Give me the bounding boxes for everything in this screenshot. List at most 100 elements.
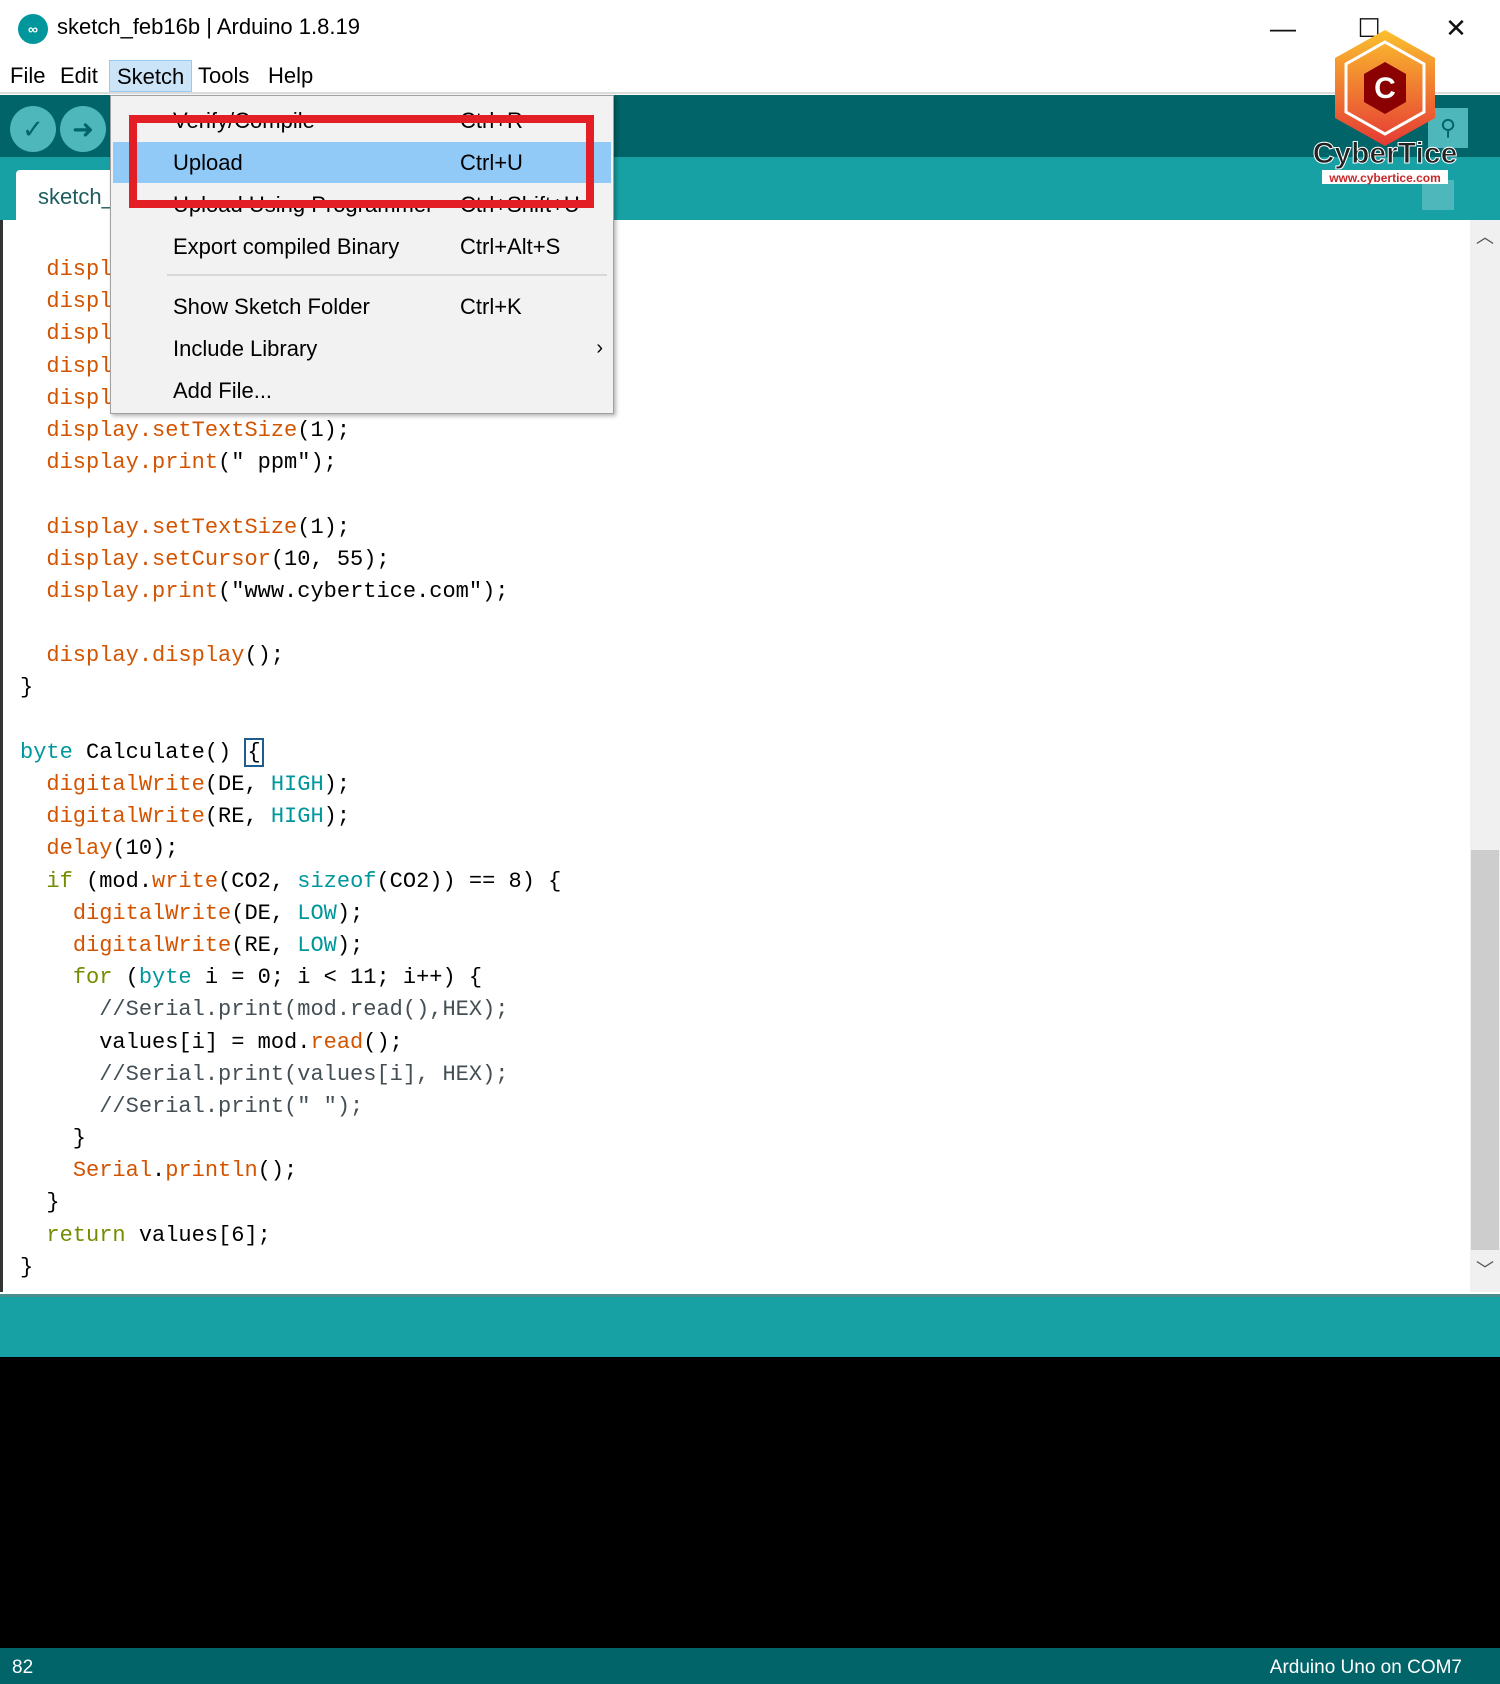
upload-button[interactable]: ➜: [60, 106, 106, 152]
code-token: i = 0; i < 11; i++) {: [191, 965, 483, 991]
code-token: displ: [46, 321, 113, 347]
code-token: read: [310, 1029, 364, 1055]
svg-text:C: C: [1374, 72, 1396, 105]
code-line: }: [20, 1187, 561, 1219]
console-output[interactable]: [0, 1357, 1500, 1648]
code-line: display.print(" ppm");: [20, 447, 561, 479]
code-token: ();: [363, 1029, 403, 1055]
menu-tools[interactable]: Tools: [191, 60, 256, 92]
code-line: digitalWrite(DE, LOW);: [20, 898, 561, 930]
code-line: display.print("www.cybertice.com");: [20, 576, 561, 608]
code-line: digitalWrite(RE, LOW);: [20, 930, 561, 962]
code-line: display.setTextSize(1);: [20, 415, 561, 447]
code-token: (mod.: [72, 868, 153, 894]
code-token: }: [20, 1254, 34, 1280]
code-token: HIGH: [270, 804, 324, 830]
code-token: );: [336, 900, 364, 926]
code-token: delay: [46, 836, 113, 862]
code-token: .: [152, 1158, 166, 1184]
code-token: //Serial.print(" ");: [99, 1093, 364, 1119]
code-line: if (mod.write(CO2, sizeof(CO2)) == 8) {: [20, 866, 561, 898]
svg-text:CyberTice: CyberTice: [1313, 137, 1458, 170]
code-line: Serial.println();: [20, 1155, 561, 1187]
code-token: }: [20, 675, 34, 701]
menu-help[interactable]: Help: [261, 60, 320, 92]
code-token: display.setCursor: [46, 546, 271, 572]
code-token: display.print: [46, 578, 219, 604]
code-line: display.setCursor(10, 55);: [20, 544, 561, 576]
code-line: //Serial.print(" ");: [20, 1091, 561, 1123]
menu-item-show-sketch-folder[interactable]: Show Sketch Folder Ctrl+K: [113, 286, 611, 327]
title-bar: ∞ sketch_feb16b | Arduino 1.8.19 — ☐ ✕: [0, 0, 1500, 58]
window-title: sketch_feb16b | Arduino 1.8.19: [57, 14, 360, 39]
status-bar: 82 Arduino Uno on COM7: [0, 1648, 1500, 1684]
code-line: display.display();: [20, 640, 561, 672]
menu-item-export-binary[interactable]: Export compiled Binary Ctrl+Alt+S: [113, 226, 611, 267]
code-line: for (byte i = 0; i < 11; i++) {: [20, 962, 561, 994]
message-bar: [0, 1294, 1500, 1357]
menu-sketch[interactable]: Sketch: [109, 60, 193, 92]
board-port-label: Arduino Uno on COM7: [1269, 1657, 1462, 1678]
scroll-down-icon[interactable]: ﹀: [1470, 1255, 1500, 1285]
code-token: }: [20, 1190, 60, 1216]
verify-button[interactable]: ✓: [10, 106, 56, 152]
code-token: display.setTextSize: [46, 417, 298, 443]
code-token: LOW: [297, 900, 337, 926]
code-line: delay(10);: [20, 833, 561, 865]
code-line: return values[6];: [20, 1220, 561, 1252]
menu-file[interactable]: File: [3, 60, 52, 92]
code-token: );: [323, 804, 351, 830]
code-token: (DE,: [231, 900, 298, 926]
menu-edit[interactable]: Edit: [53, 60, 105, 92]
code-token: displ: [46, 353, 113, 379]
arduino-infinity-icon: ∞: [18, 14, 48, 44]
code-token: (10, 55);: [270, 546, 390, 572]
code-token: }: [20, 1126, 87, 1152]
code-token: byte: [138, 965, 192, 991]
code-token: );: [323, 772, 351, 797]
code-token: sizeof: [297, 868, 377, 894]
cybertice-logo: C CyberTice www.cybertice.com: [1312, 30, 1458, 185]
code-token: (RE,: [231, 932, 298, 958]
code-token: (CO2)) == 8) {: [376, 868, 562, 894]
code-line: digitalWrite(DE, HIGH);: [20, 769, 561, 801]
code-token: displ: [46, 289, 113, 315]
scrollbar-thumb[interactable]: [1471, 850, 1499, 1250]
upload-arrow-icon: ➜: [72, 113, 94, 144]
code-token: display.setTextSize: [46, 514, 298, 540]
code-token: digitalWrite: [46, 804, 205, 830]
code-token: values[i] = mod.: [20, 1029, 311, 1055]
code-line: values[i] = mod.read();: [20, 1027, 561, 1059]
code-token: if: [46, 868, 73, 894]
menu-separator: [167, 274, 607, 276]
menu-item-add-file[interactable]: Add File...: [113, 370, 611, 411]
chevron-right-icon: ›: [596, 337, 603, 359]
code-token: display.display: [46, 643, 245, 669]
code-line: display.setTextSize(1);: [20, 512, 561, 544]
scroll-up-icon[interactable]: ︿: [1470, 222, 1500, 252]
menu-item-include-library[interactable]: Include Library ›: [113, 328, 611, 369]
code-token: (10);: [112, 836, 179, 862]
code-token: (CO2,: [218, 868, 298, 894]
code-token: byte: [20, 739, 73, 765]
code-token: ();: [257, 1158, 298, 1184]
code-line: }: [20, 672, 561, 704]
code-token: (DE,: [204, 772, 271, 797]
code-token: (" ppm");: [218, 450, 337, 476]
